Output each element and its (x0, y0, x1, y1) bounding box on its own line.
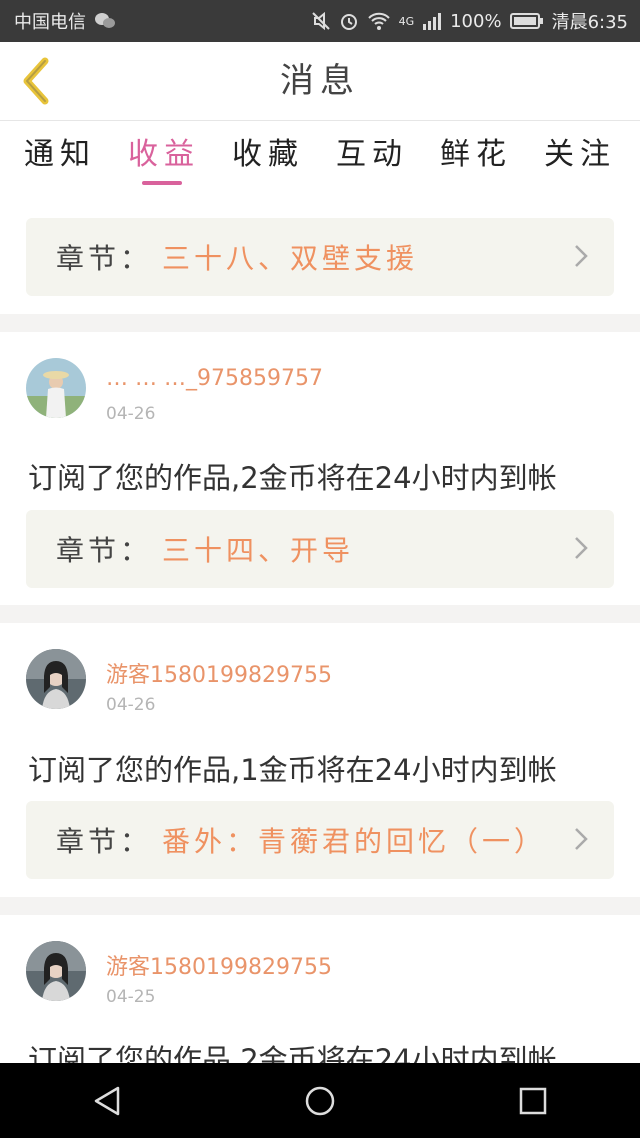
date: 04-26 (106, 695, 156, 715)
tab-follow[interactable]: 关注 (540, 121, 620, 191)
alarm-icon (339, 11, 359, 31)
tab-interaction[interactable]: 互动 (332, 121, 412, 191)
chapter-title: 三十四、开导 (162, 534, 355, 567)
signal-icon (422, 12, 442, 30)
recents-nav-button[interactable] (503, 1071, 563, 1131)
chapter-title: 三十八、双壁支援 (162, 242, 419, 275)
username: 游客1580199829755 (106, 955, 332, 980)
list-item: 游客1580199829755 04-25 订阅了您的作品,2金币将在24小时内… (0, 915, 640, 1063)
date: 04-25 (106, 987, 156, 1007)
message-text: 订阅了您的作品,2金币将在24小时内到帐 (28, 461, 557, 495)
network-type: 4G (398, 14, 415, 28)
message-text: 订阅了您的作品,2金币将在24小时内到帐 (28, 1043, 557, 1063)
username: … … …_975859757 (106, 366, 323, 391)
mute-icon (311, 11, 331, 31)
triangle-back-icon (94, 1086, 119, 1115)
avatar[interactable] (26, 941, 86, 1001)
chevron-right-icon (575, 828, 588, 850)
carrier-label: 中国电信 (14, 12, 86, 33)
chapter-link[interactable]: 章节： 三十四、开导 (26, 510, 614, 588)
tab-flowers[interactable]: 鲜花 (436, 121, 516, 191)
home-nav-button[interactable] (290, 1071, 350, 1131)
message-list[interactable]: 章节： 三十八、双壁支援 … … …_975859757 04-26 订阅了您的… (0, 191, 640, 1063)
clock: 清晨6:35 (551, 12, 628, 33)
message-text: 订阅了您的作品,1金币将在24小时内到帐 (28, 753, 557, 787)
circle-home-icon (305, 1086, 335, 1115)
battery-percent: 100% (450, 10, 502, 32)
tab-earnings[interactable]: 收益 (124, 121, 204, 191)
chevron-right-icon (575, 537, 588, 559)
username: 游客1580199829755 (106, 663, 332, 688)
tab-bar: 通知 收益 收藏 互动 鲜花 关注 (0, 121, 640, 191)
avatar[interactable] (26, 649, 86, 709)
wechat-icon (94, 12, 116, 30)
chevron-right-icon (575, 245, 588, 267)
chapter-label: 章节： (56, 825, 153, 858)
chapter-label: 章节： (56, 242, 153, 275)
wifi-icon (367, 11, 391, 31)
list-item: … … …_975859757 04-26 订阅了您的作品,2金币将在24小时内… (0, 332, 640, 605)
list-item: 游客1580199829755 04-26 订阅了您的作品,1金币将在24小时内… (0, 623, 640, 897)
chapter-link[interactable]: 章节： 三十八、双壁支援 (26, 218, 614, 296)
chapter-label: 章节： (56, 534, 153, 567)
battery-icon (509, 12, 544, 30)
chapter-link[interactable]: 章节： 番外：青蘅君的回忆（一） (26, 801, 614, 879)
back-nav-button[interactable] (77, 1071, 137, 1131)
tab-favorites[interactable]: 收藏 (228, 121, 308, 191)
square-recents-icon (520, 1087, 547, 1114)
list-item: 章节： 三十八、双壁支援 (0, 191, 640, 314)
avatar[interactable] (26, 358, 86, 418)
page-title: 消息 (280, 61, 360, 101)
date: 04-26 (106, 404, 156, 424)
nav-bar: 消息 (0, 42, 640, 121)
system-nav-bar (0, 1063, 640, 1138)
chapter-title: 番外：青蘅君的回忆（一） (162, 825, 547, 858)
tab-notice[interactable]: 通知 (20, 121, 100, 191)
status-bar: 中国电信 4G 100% 清晨6:35 (0, 0, 640, 42)
